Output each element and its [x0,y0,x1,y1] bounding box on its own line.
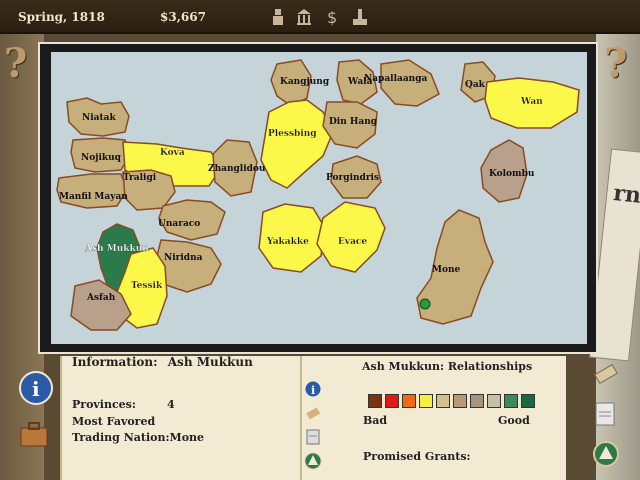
relationship-swatch [487,394,501,408]
treasury-readout: $3,667 [160,10,206,24]
document-icon[interactable] [304,428,322,446]
bad-label: Bad [363,414,388,427]
trading-nation-label: Trading Nation:Mone [72,431,205,444]
scroll-button[interactable] [592,360,620,388]
emblem-icon[interactable] [304,452,322,470]
relationship-swatch [436,394,450,408]
province-label: Evace [338,237,367,247]
province-label: Kangjung [280,77,330,87]
provinces-label: Provinces: [72,398,136,411]
svg-text:i: i [311,384,315,397]
relationship-swatch [504,394,518,408]
province-label: Tessik [131,281,163,291]
selected-nation-name: Ash Mukkun [167,355,253,369]
briefcase-icon[interactable] [18,420,50,448]
panel-divider [300,356,302,480]
top-status-bar: Spring, 1818 $3,667 $ [0,0,640,34]
province-label: Napallaanga [364,74,428,84]
province-label: Qak [465,80,486,90]
relationship-swatch [368,394,382,408]
province-label: Ash Mukkun [84,244,149,254]
relationship-swatch [453,394,467,408]
emblem-button[interactable] [592,440,620,468]
info-icon[interactable]: i [304,380,322,398]
province-label: Niatak [82,113,116,123]
province-label: Din Hang [329,117,378,127]
relationship-swatch [419,394,433,408]
info-button[interactable]: i [18,370,54,406]
province-label: Asfah [86,293,116,303]
relationships-title: Ash Mukkun: Relationships [362,360,533,373]
svg-text:i: i [32,377,40,401]
province-label: Mone [432,265,461,275]
most-favored-label: Most Favored [72,415,156,428]
province-label: Manfil Mayan [59,192,128,202]
relationship-swatch [470,394,484,408]
relationship-swatch [521,394,535,408]
provinces-value: 4 [167,398,175,411]
help-button-left[interactable]: ? [4,40,27,87]
promised-grants-label: Promised Grants: [363,450,471,463]
relationship-swatch [402,394,416,408]
relationship-swatch [385,394,399,408]
bank-icon[interactable] [296,8,312,26]
relationship-scale [368,394,535,408]
svg-text:$: $ [327,8,337,26]
province-label: Unaraco [158,219,200,229]
province-label: Kolombu [489,169,535,179]
province-plessbing[interactable] [260,99,334,189]
scroll-icon[interactable] [304,404,322,422]
province-label: Plessbing [268,129,317,139]
dollar-icon[interactable]: $ [324,8,340,26]
information-heading: Information: [72,355,158,369]
figure-icon[interactable] [270,8,286,26]
province-label: Porgindris [326,173,379,183]
good-label: Good [498,414,530,427]
newspaper-masthead: rna [612,180,640,211]
date-readout: Spring, 1818 [18,10,105,24]
province-manfil-mayan[interactable] [56,173,128,209]
information-title: Information: Ash Mukkun [72,355,253,369]
province-label: Zhanglidou [208,164,266,174]
province-label: Wan [520,97,543,107]
province-label: Nojikuq [81,153,122,163]
province-label: Yakakke [266,237,309,247]
world-map[interactable]: Niatak Nojikuq Manfil Mayan Kova Traligi Zhan… [51,52,587,344]
anvil-icon[interactable] [352,8,368,26]
province-label: Traligi [123,173,157,183]
province-label: Niridna [164,253,203,263]
map-canvas[interactable]: Niatak Nojikuq Manfil Mayan Kova Traligi Zhan… [51,52,587,344]
document-button[interactable] [592,400,618,428]
province-label: Kova [160,148,185,158]
help-button-right[interactable]: ? [604,40,627,87]
trade-marker-icon[interactable] [419,298,431,310]
